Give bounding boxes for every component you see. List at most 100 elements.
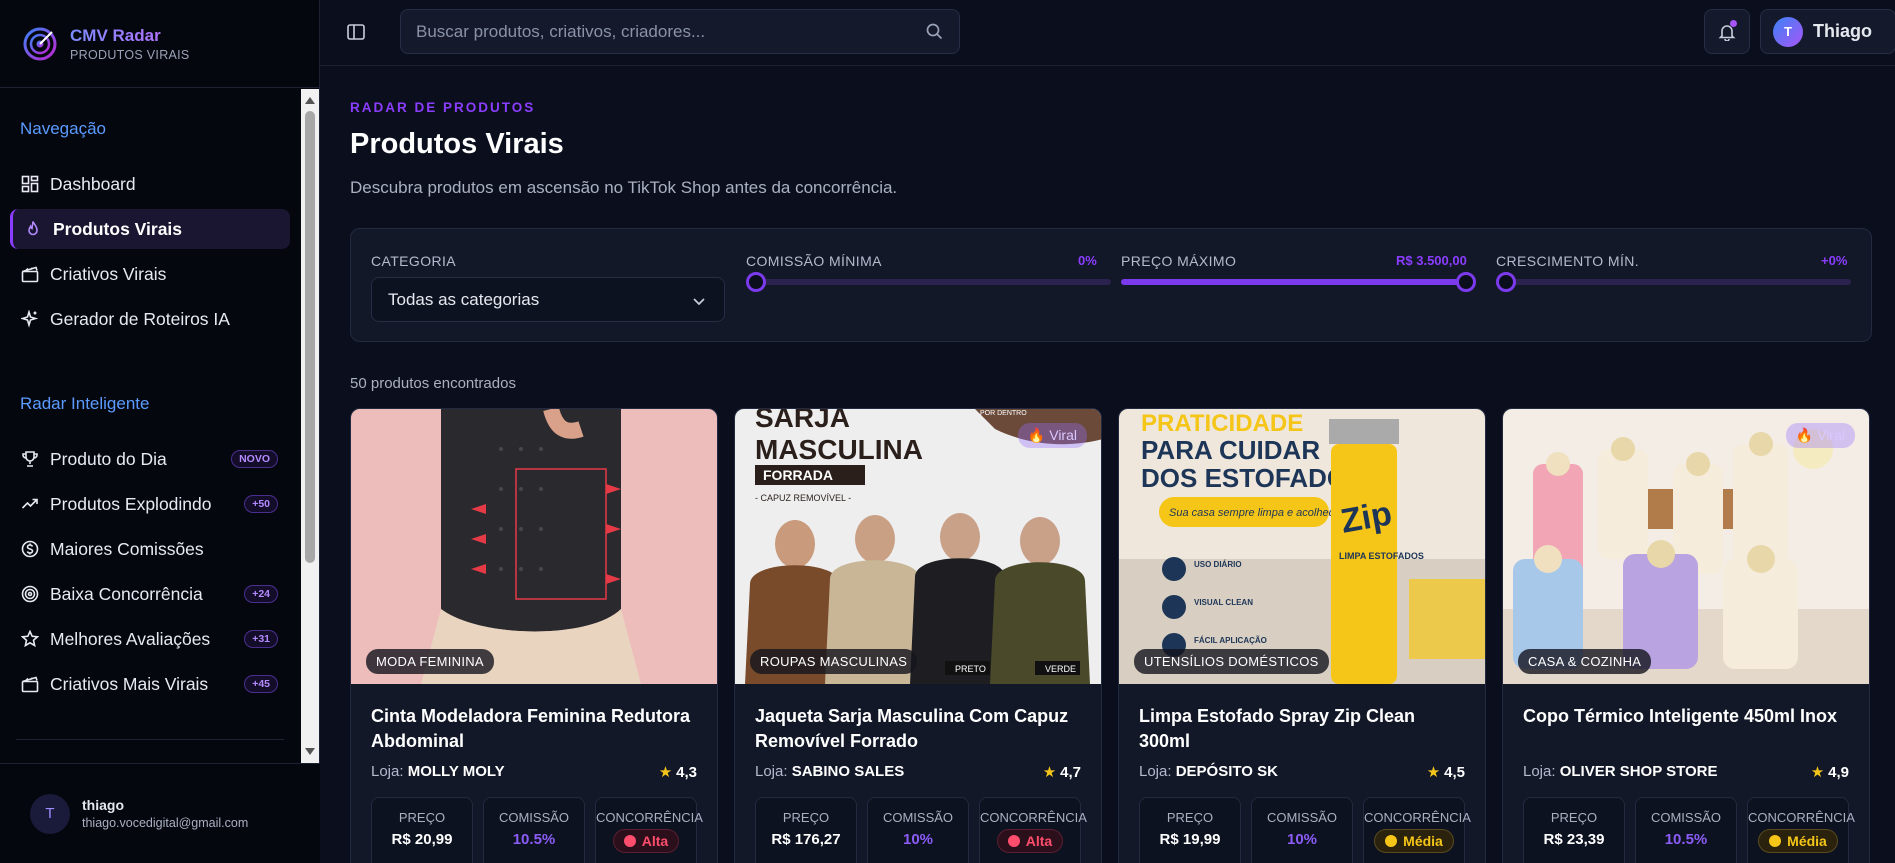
notification-dot xyxy=(1730,20,1737,27)
product-image[interactable]: 🔥 Viral CASA & COZINHA xyxy=(1503,409,1869,684)
competition-badge: Média xyxy=(1374,829,1454,853)
slider-handle[interactable] xyxy=(746,272,766,292)
product-card[interactable]: 🔥 Viral CASA & COZINHA Copo Térmico Inte… xyxy=(1502,408,1870,863)
metric-commission: COMISSÃO 10.5% xyxy=(483,797,585,863)
svg-text:VERDE: VERDE xyxy=(1045,664,1076,674)
svg-text:USO DIÁRIO: USO DIÁRIO xyxy=(1194,560,1242,569)
sidebar-item-gerador-roteiros[interactable]: Gerador de Roteiros IA xyxy=(10,299,290,339)
product-card[interactable]: SARJA MASCULINA FORRADA - CAPUZ REMOVÍVE… xyxy=(734,408,1102,863)
competition-badge: Alta xyxy=(996,829,1064,853)
sidebar-item-label: Maiores Comissões xyxy=(50,538,204,559)
badge-count: +50 xyxy=(244,495,278,513)
slider-fill xyxy=(1121,279,1466,285)
svg-text:FORRADA: FORRADA xyxy=(763,467,833,483)
sidebar-item-criativos-virais[interactable]: Criativos Virais xyxy=(10,254,290,294)
sidebar-item-label: Produto do Dia xyxy=(50,448,167,469)
growth-value: +0% xyxy=(1821,253,1848,268)
trending-up-icon xyxy=(20,494,40,514)
sidebar-item-melhores-avaliacoes[interactable]: Melhores Avaliações +31 xyxy=(10,619,290,659)
user-name: thiago xyxy=(82,797,124,813)
trophy-icon xyxy=(20,449,40,469)
search-bar[interactable] xyxy=(400,9,960,54)
metric-commission: COMISSÃO 10.5% xyxy=(1635,797,1737,863)
status-dot-icon xyxy=(1769,835,1782,847)
sidebar-item-label: Criativos Mais Virais xyxy=(50,673,209,694)
svg-text:POR DENTRO: POR DENTRO xyxy=(980,410,1027,417)
category-chip: CASA & COZINHA xyxy=(1518,649,1652,674)
dashboard-icon xyxy=(20,174,40,194)
sidebar-item-label: Gerador de Roteiros IA xyxy=(50,308,230,329)
search-input[interactable] xyxy=(416,21,916,42)
commission-slider[interactable] xyxy=(746,272,1111,292)
metric-competition: CONCORRÊNCIA Média xyxy=(1747,797,1855,863)
svg-text:PRETO: PRETO xyxy=(955,664,986,674)
product-image[interactable]: SARJA MASCULINA FORRADA - CAPUZ REMOVÍVE… xyxy=(735,409,1101,684)
sidebar-item-label: Produtos Explodindo xyxy=(50,493,212,514)
metric-price: PREÇO R$ 23,39 xyxy=(1523,797,1625,863)
results-count: 50 produtos encontrados xyxy=(350,375,516,392)
metric-commission: COMISSÃO 10% xyxy=(867,797,969,863)
category-label: CATEGORIA xyxy=(371,253,457,269)
brand[interactable]: CMV Radar PRODUTOS VIRAIS xyxy=(0,0,319,88)
product-card[interactable]: PRATICIDADE PARA CUIDAR DOS ESTOFADOS Su… xyxy=(1118,408,1486,863)
category-select[interactable]: Todas as categorias xyxy=(371,277,725,322)
growth-slider[interactable] xyxy=(1496,272,1851,292)
topbar: T Thiago xyxy=(320,0,1895,66)
search-icon[interactable] xyxy=(926,23,943,45)
badge-count: +31 xyxy=(244,630,278,648)
clapperboard-icon xyxy=(20,264,40,284)
product-rating: ★ 4,9 xyxy=(1810,764,1849,781)
sidebar-item-baixa-concorrencia[interactable]: Baixa Concorrência +24 xyxy=(10,574,290,614)
star-icon: ★ xyxy=(1810,764,1825,781)
user-menu-button[interactable]: T Thiago xyxy=(1760,9,1895,54)
sidebar-item-produto-do-dia[interactable]: Produto do Dia NOVO xyxy=(10,439,290,479)
svg-text:Sua casa sempre limpa e acolhe: Sua casa sempre limpa e acolhedora! xyxy=(1169,507,1354,519)
notifications-button[interactable] xyxy=(1704,9,1750,54)
product-metrics: PREÇO R$ 176,27 COMISSÃO 10% CONCORRÊNCIA A… xyxy=(755,797,1087,863)
metric-price: PREÇO R$ 176,27 xyxy=(755,797,857,863)
product-title[interactable]: Copo Térmico Inteligente 450ml Inox xyxy=(1523,704,1853,729)
chevron-down-icon xyxy=(692,293,706,313)
sidebar-scrollbar[interactable] xyxy=(301,89,319,763)
clapperboard-icon xyxy=(20,674,40,694)
sidebar-item-dashboard[interactable]: Dashboard xyxy=(10,164,290,204)
scroll-up-arrow-icon[interactable] xyxy=(305,97,315,104)
product-image-art: SARJA MASCULINA FORRADA - CAPUZ REMOVÍVE… xyxy=(735,409,1101,684)
metric-price: PREÇO R$ 20,99 xyxy=(371,797,473,863)
sidebar-toggle-icon[interactable] xyxy=(346,22,366,47)
sidebar-item-criativos-mais-virais[interactable]: Criativos Mais Virais +45 xyxy=(10,664,290,704)
metric-commission: COMISSÃO 10% xyxy=(1251,797,1353,863)
metric-competition: CONCORRÊNCIA Média xyxy=(1363,797,1471,863)
avatar: T xyxy=(1773,16,1803,47)
scrollbar-thumb[interactable] xyxy=(305,111,315,563)
product-rating: ★ 4,7 xyxy=(1042,764,1081,781)
sidebar-item-produtos-virais[interactable]: Produtos Virais xyxy=(10,209,290,249)
main-content: T Thiago RADAR DE PRODUTOS Produtos Vira… xyxy=(320,0,1895,863)
product-title[interactable]: Limpa Estofado Spray Zip Clean 300ml xyxy=(1139,704,1469,754)
sidebar-item-label: Baixa Concorrência xyxy=(50,583,203,604)
price-slider[interactable] xyxy=(1121,272,1476,292)
product-title[interactable]: Jaqueta Sarja Masculina Com Capuz Removí… xyxy=(755,704,1085,754)
slider-handle[interactable] xyxy=(1496,272,1516,292)
slider-handle[interactable] xyxy=(1456,272,1476,292)
scroll-down-arrow-icon[interactable] xyxy=(305,748,315,755)
sparkles-icon xyxy=(20,309,40,329)
sidebar-item-produtos-explodindo[interactable]: Produtos Explodindo +50 xyxy=(10,484,290,524)
product-image[interactable]: MODA FEMININA xyxy=(351,409,717,684)
brand-title: CMV Radar xyxy=(70,26,190,46)
product-card[interactable]: MODA FEMININA Cinta Modeladora Feminina … xyxy=(350,408,718,863)
flame-icon xyxy=(23,219,43,239)
sidebar-item-maiores-comissoes[interactable]: Maiores Comissões xyxy=(10,529,290,569)
product-image-art: PRATICIDADE PARA CUIDAR DOS ESTOFADOS Su… xyxy=(1119,409,1485,684)
growth-label: CRESCIMENTO MÍN. xyxy=(1496,253,1640,269)
divider xyxy=(16,739,284,740)
radar-logo-icon xyxy=(23,27,57,60)
svg-text:- CAPUZ REMOVÍVEL -: - CAPUZ REMOVÍVEL - xyxy=(755,493,851,503)
nav-scroll-area[interactable]: Navegação Dashboard Produtos Virais Cria… xyxy=(0,89,300,763)
product-metrics: PREÇO R$ 19,99 COMISSÃO 10% CONCORRÊNCIA Mé… xyxy=(1139,797,1471,863)
product-metrics: PREÇO R$ 20,99 COMISSÃO 10.5% CONCORRÊNCIA… xyxy=(371,797,703,863)
product-image[interactable]: PRATICIDADE PARA CUIDAR DOS ESTOFADOS Su… xyxy=(1119,409,1485,684)
target-icon xyxy=(20,584,40,604)
user-profile[interactable]: T thiago thiago.vocedigital@gmail.com xyxy=(0,763,320,863)
product-title[interactable]: Cinta Modeladora Feminina Redutora Abdom… xyxy=(371,704,701,754)
